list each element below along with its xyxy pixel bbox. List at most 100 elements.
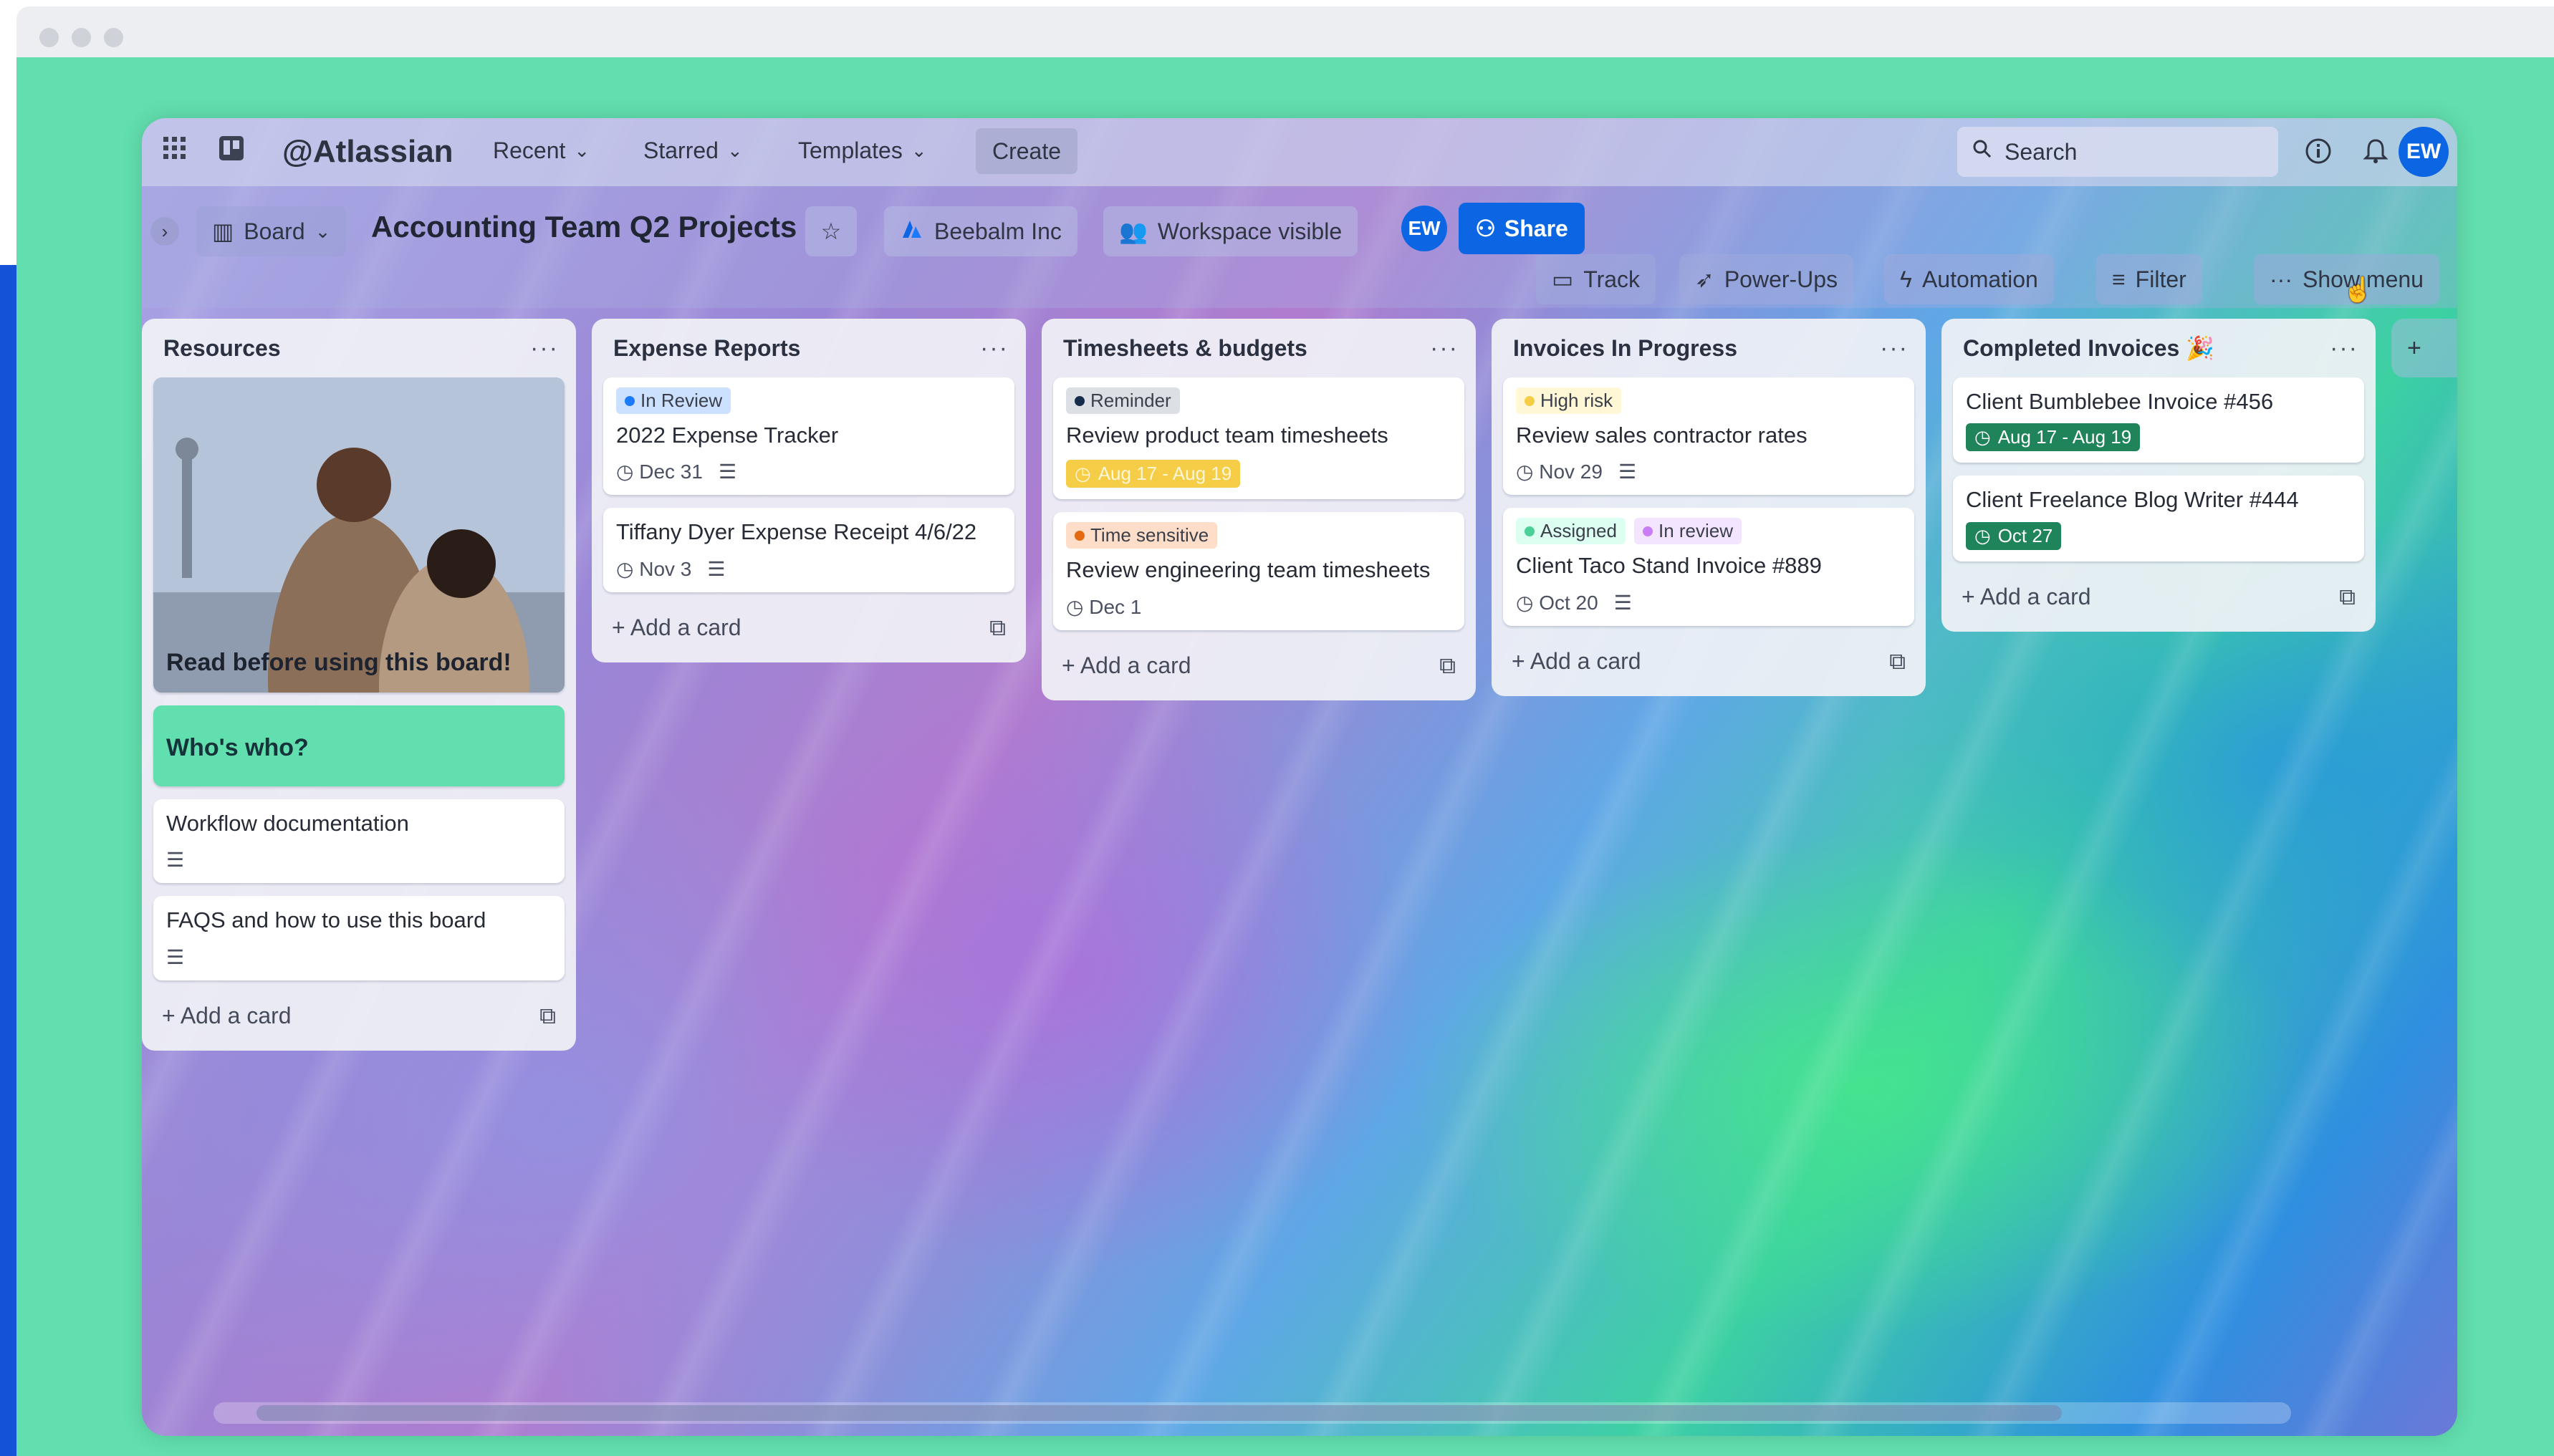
due-date[interactable]: ◷ Nov 3 xyxy=(616,557,691,581)
automation-button[interactable]: ϟ Automation xyxy=(1884,254,2054,304)
add-list-button[interactable]: + xyxy=(2391,319,2457,377)
list-more-icon[interactable]: ··· xyxy=(2330,334,2358,362)
card-taco-stand[interactable]: Assigned In review Client Taco Stand Inv… xyxy=(1503,508,1914,626)
card-template-icon[interactable]: ⧉ xyxy=(989,614,1006,642)
board-view-switcher[interactable]: ▥ Board ⌄ xyxy=(196,206,347,256)
card-whos-who[interactable]: Who's who? xyxy=(153,705,565,786)
cover-image: Read before using this board! xyxy=(153,377,565,693)
scrollbar-thumb[interactable] xyxy=(256,1405,2062,1421)
card-product-timesheets[interactable]: Reminder Review product team timesheets … xyxy=(1053,377,1464,500)
add-card-label: Add a card xyxy=(1080,652,1191,679)
due-date-text: Oct 20 xyxy=(1539,591,1598,614)
filter-icon: ≡ xyxy=(2112,266,2126,292)
add-card-label: Add a card xyxy=(1530,648,1641,675)
add-card-row: + Add a card ⧉ xyxy=(1953,574,2364,620)
list-title[interactable]: Expense Reports xyxy=(613,335,800,362)
board-member-avatar[interactable]: EW xyxy=(1401,206,1447,251)
add-card-button[interactable]: + Add a card xyxy=(1962,584,2091,610)
info-icon[interactable] xyxy=(2304,137,2333,172)
notification-bell-icon[interactable] xyxy=(2361,137,2390,172)
due-date-badge[interactable]: ◷ Aug 17 - Aug 19 xyxy=(1966,423,2141,452)
label-high-risk[interactable]: High risk xyxy=(1516,387,1622,414)
label-in-review[interactable]: In review xyxy=(1633,518,1742,545)
list-more-icon[interactable]: ··· xyxy=(980,334,1009,362)
list-more-icon[interactable]: ··· xyxy=(1880,334,1909,362)
search-input[interactable]: Search xyxy=(1957,127,2278,177)
apps-grid-icon[interactable] xyxy=(160,134,189,169)
add-card-button[interactable]: + Add a card xyxy=(1512,648,1641,675)
window-close-dot[interactable] xyxy=(39,28,59,47)
recent-menu[interactable]: Recent ⌄ xyxy=(493,138,590,164)
starred-label: Starred xyxy=(643,138,719,163)
card-expense-receipt[interactable]: Tiffany Dyer Expense Receipt 4/6/22 ◷ No… xyxy=(603,508,1014,592)
card-labels: Time sensitive xyxy=(1066,522,1451,549)
window-minimize-dot[interactable] xyxy=(72,28,91,47)
card-blog-writer[interactable]: Client Freelance Blog Writer #444 ◷ Oct 2… xyxy=(1953,476,2364,561)
label-in-review[interactable]: In Review xyxy=(616,387,731,414)
workspace-name: Beebalm Inc xyxy=(934,218,1062,244)
create-button[interactable]: Create xyxy=(976,128,1077,174)
cover-illustration xyxy=(153,377,565,693)
starred-menu[interactable]: Starred ⌄ xyxy=(643,138,743,164)
card-faqs[interactable]: FAQS and how to use this board ☰ xyxy=(153,896,565,980)
templates-menu[interactable]: Templates ⌄ xyxy=(798,138,927,164)
card-sales-contractor[interactable]: High risk Review sales contractor rates … xyxy=(1503,377,1914,496)
cover-card[interactable]: Read before using this board! xyxy=(153,377,565,693)
label-reminder[interactable]: Reminder xyxy=(1066,387,1180,414)
card-bumblebee-invoice[interactable]: Client Bumblebee Invoice #456 ◷ Aug 17 - … xyxy=(1953,377,2364,463)
card-template-icon[interactable]: ⧉ xyxy=(1439,652,1456,680)
card-template-icon[interactable]: ⧉ xyxy=(539,1003,556,1030)
powerups-button[interactable]: ➶ Power-Ups xyxy=(1679,254,1854,304)
due-date-badge[interactable]: ◷ Aug 17 - Aug 19 xyxy=(1066,460,1241,488)
add-card-button[interactable]: + Add a card xyxy=(1062,652,1191,679)
window-maximize-dot[interactable] xyxy=(104,28,123,47)
list-more-icon[interactable]: ··· xyxy=(1430,334,1459,362)
clock-icon: ◷ xyxy=(616,557,634,580)
list-title[interactable]: Invoices In Progress xyxy=(1513,335,1737,362)
card-meta: ◷ Aug 17 - Aug 19 xyxy=(1966,423,2351,452)
add-card-label: Add a card xyxy=(630,614,741,641)
card-expense-tracker[interactable]: In Review 2022 Expense Tracker ◷ Dec 31 … xyxy=(603,377,1014,496)
chevron-down-icon: ⌄ xyxy=(315,220,331,242)
list-more-icon[interactable]: ··· xyxy=(530,334,559,362)
sidebar-expand-icon[interactable]: › xyxy=(150,217,179,246)
due-date-text: Dec 1 xyxy=(1089,595,1142,618)
star-board-button[interactable]: ☆ xyxy=(805,206,857,256)
trello-app: @Atlassian Recent ⌄ Starred ⌄ Templates … xyxy=(142,118,2457,1436)
due-date[interactable]: ◷ Oct 20 xyxy=(1516,591,1598,614)
user-avatar[interactable]: EW xyxy=(2399,127,2449,177)
chevron-down-icon: ⌄ xyxy=(574,140,590,161)
list-title[interactable]: Completed Invoices 🎉 xyxy=(1963,334,2214,362)
list-title[interactable]: Resources xyxy=(163,335,281,362)
workspace-brand[interactable]: @Atlassian xyxy=(282,134,453,170)
label-time-sensitive[interactable]: Time sensitive xyxy=(1066,522,1218,549)
description-icon: ☰ xyxy=(166,849,185,872)
board-title[interactable]: Accounting Team Q2 Projects xyxy=(371,210,797,244)
boards-icon[interactable] xyxy=(217,134,246,169)
horizontal-scrollbar[interactable] xyxy=(213,1402,2291,1424)
card-title: Who's who? xyxy=(166,734,309,761)
browser-chrome xyxy=(16,6,2554,57)
add-card-button[interactable]: + Add a card xyxy=(612,614,741,641)
list-title[interactable]: Timesheets & budgets xyxy=(1063,335,1307,362)
label-assigned[interactable]: Assigned xyxy=(1516,518,1626,545)
card-engineering-timesheets[interactable]: Time sensitive Review engineering team t… xyxy=(1053,512,1464,630)
due-date[interactable]: ◷ Dec 1 xyxy=(1066,595,1141,619)
card-meta: ☰ xyxy=(166,945,552,969)
card-title: Workflow documentation xyxy=(166,811,409,836)
visibility-button[interactable]: 👥 Workspace visible xyxy=(1103,206,1358,256)
share-button[interactable]: ⚇ Share xyxy=(1459,203,1585,254)
add-card-button[interactable]: + Add a card xyxy=(162,1003,292,1029)
add-card-row: + Add a card ⧉ xyxy=(1053,643,1464,689)
card-workflow-doc[interactable]: Workflow documentation ☰ xyxy=(153,799,565,884)
workspace-button[interactable]: Beebalm Inc xyxy=(884,206,1077,256)
due-date-badge[interactable]: ◷ Oct 27 xyxy=(1966,521,2062,550)
filter-button[interactable]: ≡ Filter xyxy=(2096,254,2202,304)
clock-icon: ◷ xyxy=(1974,426,1991,448)
due-date[interactable]: ◷ Dec 31 xyxy=(616,460,703,483)
track-button[interactable]: ▭ Track xyxy=(1536,254,1656,304)
card-labels: Assigned In review xyxy=(1516,518,1901,545)
card-template-icon[interactable]: ⧉ xyxy=(2339,584,2356,611)
card-template-icon[interactable]: ⧉ xyxy=(1889,648,1906,675)
due-date[interactable]: ◷ Nov 29 xyxy=(1516,460,1603,483)
